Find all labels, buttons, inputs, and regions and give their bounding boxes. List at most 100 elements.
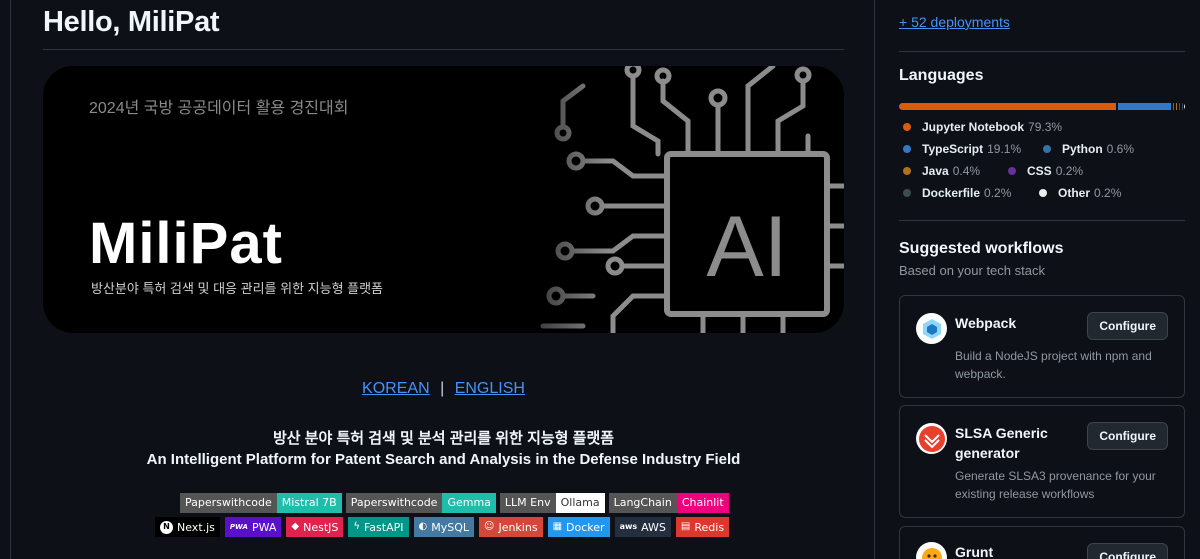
docker-icon: ▦	[552, 521, 563, 532]
description-english: An Intelligent Platform for Patent Searc…	[146, 451, 741, 468]
banner-subtitle: 2024년 국방 공공데이터 활용 경진대회	[89, 100, 349, 117]
tech-badge-label: MySQL	[431, 520, 470, 534]
languages-heading: Languages	[899, 67, 984, 84]
repo-sidebar: + 52 deployments Languages Jupyter Noteb…	[899, 0, 1185, 559]
nextjs-icon: N	[160, 520, 173, 534]
tech-badge[interactable]: aws AWS	[614, 517, 671, 537]
tech-badge-label: PWA	[251, 520, 277, 534]
model-badge[interactable]: LangChain Chainlit	[608, 493, 729, 513]
tech-badge[interactable]: ϟ FastAPI	[348, 517, 409, 537]
model-badge[interactable]: LLM Env Ollama	[499, 493, 605, 513]
heading-divider	[43, 49, 844, 50]
workflow-card-webpack: Webpack Configure Build a NodeJS project…	[899, 295, 1185, 398]
language-item[interactable]: Dockerfile 0.2%	[903, 186, 1011, 200]
ai-chip-icon: AI	[483, 66, 844, 333]
tech-badge[interactable]: PWA PWA	[224, 517, 282, 537]
language-name: Java	[922, 164, 949, 178]
workflows-subtitle: Based on your tech stack	[899, 263, 1045, 278]
deployments-link[interactable]: + 52 deployments	[899, 14, 1010, 30]
language-dot-icon	[1043, 145, 1051, 153]
language-bar	[899, 103, 1185, 110]
mysql-icon: ◐	[418, 521, 428, 532]
badge-value: Chainlit	[676, 493, 729, 513]
badge-value: Mistral 7B	[276, 493, 342, 513]
description-korean: 방산 분야 특허 검색 및 분석 관리를 위한 지능형 플랫폼	[272, 430, 615, 447]
language-dot-icon	[1008, 167, 1016, 175]
workflow-card-slsa: SLSA Generic generator Configure Generat…	[899, 405, 1185, 518]
language-bar-segment	[1118, 103, 1171, 110]
tech-badge[interactable]: ◆ NestJS	[286, 517, 344, 537]
tech-badge[interactable]: N Next.js	[155, 517, 220, 537]
link-separator: |	[440, 380, 445, 397]
language-bar-segment	[899, 103, 1117, 110]
jenkins-icon: ☺	[484, 521, 495, 532]
grunt-icon	[916, 542, 947, 559]
tech-badge-label: NestJS	[303, 520, 339, 534]
workflow-card-grunt: Grunt Configure	[899, 526, 1185, 559]
language-dot-icon	[903, 123, 911, 131]
badge-key: Paperswithcode	[345, 493, 443, 513]
language-percent: 0.4%	[952, 164, 981, 178]
model-badges: Paperswithcode Mistral 7B Paperswithcode Ge…	[180, 493, 729, 513]
language-bar-segment	[1179, 103, 1180, 110]
badge-value: Ollama	[555, 493, 605, 513]
workflow-name: Grunt	[955, 544, 994, 559]
language-item[interactable]: Other 0.2%	[1039, 186, 1121, 200]
sidebar-divider	[899, 51, 1185, 52]
english-link[interactable]: ENGLISH	[455, 380, 525, 397]
language-name: CSS	[1027, 164, 1052, 178]
language-item[interactable]: TypeScript 19.1%	[903, 142, 1021, 156]
configure-button[interactable]: Configure	[1087, 543, 1168, 559]
tech-badge[interactable]: ☺ Jenkins	[479, 517, 543, 537]
readme-main: Hello, MiliPat 2024년 국방 공공데이터 활용 경진대회 Mi…	[43, 0, 844, 559]
configure-button[interactable]: Configure	[1087, 422, 1168, 450]
configure-button[interactable]: Configure	[1087, 312, 1168, 340]
banner-tagline: 방산분야 특허 검색 및 대응 관리를 위한 지능형 플랫폼	[91, 281, 384, 296]
tech-badge-label: Docker	[566, 520, 605, 534]
language-dot-icon	[903, 189, 911, 197]
pwa-icon: PWA	[229, 522, 248, 531]
language-percent: 19.1%	[987, 142, 1022, 156]
banner-image: 2024년 국방 공공데이터 활용 경진대회 MiliPat 방산분야 특허 검…	[43, 66, 844, 333]
language-item[interactable]: CSS 0.2%	[1008, 164, 1083, 178]
language-percent: 0.2%	[1094, 186, 1122, 200]
tech-badge[interactable]: ▤ Redis	[675, 517, 730, 537]
language-item[interactable]: Jupyter Notebook 79.3%	[903, 120, 1062, 134]
redis-icon: ▤	[680, 521, 691, 532]
language-percent: 0.2%	[984, 186, 1012, 200]
language-item[interactable]: Java 0.4%	[903, 164, 980, 178]
model-badge[interactable]: Paperswithcode Gemma	[345, 493, 496, 513]
badge-key: LLM Env	[499, 493, 556, 513]
workflows-heading: Suggested workflows	[899, 240, 1064, 257]
language-bar-segment	[1176, 103, 1178, 110]
tech-badge-label: Jenkins	[498, 520, 538, 534]
sidebar-divider	[899, 220, 1185, 221]
tech-badge[interactable]: ▦ Docker	[547, 517, 610, 537]
language-bar-segment	[1184, 103, 1185, 110]
language-links: KOREAN | ENGLISH	[43, 380, 844, 398]
workflow-description: Build a NodeJS project with npm and webp…	[955, 349, 1152, 381]
model-badge[interactable]: Paperswithcode Mistral 7B	[180, 493, 342, 513]
tech-badge[interactable]: ◐ MySQL	[413, 517, 475, 537]
language-item[interactable]: Python 0.6%	[1043, 142, 1134, 156]
readme-heading: Hello, MiliPat	[43, 6, 220, 38]
workflow-name: SLSA Generic generator	[955, 425, 1048, 461]
badge-key: LangChain	[608, 493, 677, 513]
fastapi-icon: ϟ	[353, 521, 360, 532]
korean-link[interactable]: KOREAN	[362, 380, 430, 397]
language-dot-icon	[903, 145, 911, 153]
language-dot-icon	[903, 167, 911, 175]
language-bar-segment	[1172, 103, 1175, 110]
language-name: Dockerfile	[922, 186, 981, 200]
tech-stack-badges: N Next.js PWA PWA ◆ NestJS ϟ FastAPI ◐ MySQL ☺ Jenk…	[155, 517, 730, 537]
nestjs-icon: ◆	[291, 521, 300, 532]
language-bar-segment	[1181, 103, 1183, 110]
language-percent: 0.6%	[1106, 142, 1135, 156]
workflow-name: Webpack	[955, 315, 1017, 331]
language-dot-icon	[1039, 189, 1047, 197]
badge-value: Gemma	[442, 493, 496, 513]
slsa-icon	[916, 423, 947, 454]
badge-key: Paperswithcode	[180, 493, 277, 513]
workflow-description: Generate SLSA3 provenance for your exist…	[955, 469, 1156, 501]
banner-title: MiliPat	[89, 211, 283, 276]
